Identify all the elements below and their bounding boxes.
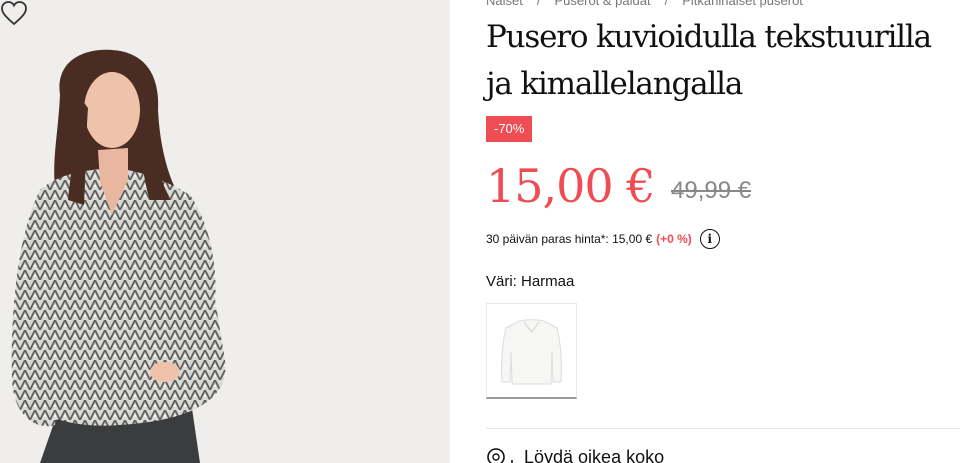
discount-badge: -70%: [486, 116, 533, 142]
size-guide-label: Löydä oikea koko: [524, 446, 665, 463]
heart-outline-icon[interactable]: [0, 0, 28, 26]
section-divider: [486, 428, 960, 429]
measuring-tape-icon: [487, 448, 513, 463]
lowest-price-text: 30 päivän paras hinta*: 15,00 €: [486, 232, 653, 246]
info-circle-icon[interactable]: i: [699, 229, 720, 249]
product-title: Pusero kuvioidulla tekstuurilla ja kimal…: [486, 19, 932, 102]
color-swatch-harmaa[interactable]: [486, 303, 577, 399]
breadcrumb: Naiset / Puserot & paidat / Pitkähihaise…: [486, 0, 803, 8]
color-label: Väri: Harmaa: [486, 273, 575, 290]
original-price: 49,99 €: [671, 177, 752, 204]
breadcrumb-separator: /: [536, 0, 541, 8]
product-info: Naiset / Puserot & paidat / Pitkähihaise…: [486, 0, 960, 463]
swatch-thumbnail: [501, 319, 562, 385]
product-image[interactable]: [0, 0, 450, 463]
product-photo: [11, 49, 226, 463]
breadcrumb-separator: /: [664, 0, 669, 8]
lowest-price-info: 30 päivän paras hinta*: 15,00 € (+0 %) i: [486, 229, 720, 249]
lowest-price-change: (+0 %): [656, 232, 692, 246]
breadcrumb-link-naiset[interactable]: Naiset: [486, 0, 523, 8]
sale-price: 15,00 €: [486, 159, 656, 213]
breadcrumb-link-puserot[interactable]: Puserot & paidat: [554, 0, 650, 8]
breadcrumb-link-pitkahihaiset[interactable]: Pitkähihaiset puserot: [682, 0, 803, 8]
size-guide-link[interactable]: Löydä oikea koko: [486, 446, 664, 463]
